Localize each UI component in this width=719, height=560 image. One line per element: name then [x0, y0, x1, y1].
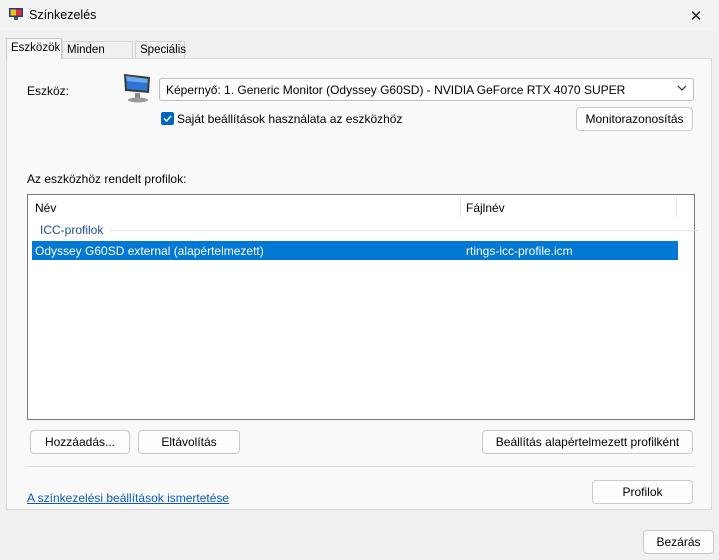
- add-button[interactable]: Hozzáadás...: [30, 430, 130, 454]
- device-label: Eszköz:: [27, 84, 70, 98]
- title-bar: Színkezelés ✕: [0, 0, 719, 31]
- monitor-icon: [124, 74, 150, 103]
- group-header-icc: ICC-profilok: [40, 223, 104, 237]
- close-icon: ✕: [689, 7, 703, 25]
- window-title: Színkezelés: [29, 8, 97, 22]
- remove-button[interactable]: Eltávolítás: [138, 430, 240, 454]
- button-label: Monitorazonosítás: [585, 112, 684, 126]
- group-divider: [110, 230, 698, 231]
- use-own-settings-checkbox[interactable]: [161, 112, 174, 125]
- row-filename: rtings-icc-profile.icm: [466, 244, 573, 258]
- use-own-settings-label[interactable]: Saját beállítások használata az eszközhö…: [177, 112, 402, 126]
- button-label: Eltávolítás: [161, 435, 217, 449]
- column-header-filename[interactable]: Fájlnév: [466, 201, 505, 215]
- button-label: Beállítás alapértelmezett profilként: [495, 435, 680, 449]
- device-select-value: Képernyő: 1. Generic Monitor (Odyssey G6…: [166, 83, 626, 97]
- row-name: Odyssey G60SD external (alapértelmezett): [35, 244, 264, 258]
- tab-devices[interactable]: Eszközök: [6, 38, 62, 59]
- profiles-list[interactable]: Név Fájlnév ICC-profilok Odyssey G60SD e…: [27, 194, 698, 420]
- button-label: Bezárás: [656, 535, 701, 549]
- close-window-button[interactable]: ✕: [673, 0, 719, 31]
- chevron-down-icon: [677, 85, 687, 91]
- identify-monitors-button[interactable]: Monitorazonosítás: [576, 107, 693, 131]
- column-separator[interactable]: [460, 197, 461, 217]
- profiles-section-label: Az eszközhöz rendelt profilok:: [27, 172, 187, 186]
- checkmark-icon: [163, 115, 172, 123]
- tab-all-profiles[interactable]: Minden profil: [62, 41, 133, 72]
- tab-label: Speciális: [140, 44, 187, 56]
- color-management-icon: [9, 8, 23, 20]
- column-separator[interactable]: [676, 197, 677, 217]
- tab-label: Eszközök: [11, 42, 61, 54]
- table-row[interactable]: Odyssey G60SD external (alapértelmezett)…: [32, 241, 678, 260]
- profiles-button[interactable]: Profilok: [592, 480, 693, 504]
- section-divider: [27, 466, 695, 467]
- tab-advanced[interactable]: Speciális: [135, 41, 187, 58]
- button-label: Profilok: [622, 485, 663, 499]
- button-label: Hozzáadás...: [44, 435, 116, 449]
- column-header-name[interactable]: Név: [35, 201, 56, 215]
- device-select[interactable]: Képernyő: 1. Generic Monitor (Odyssey G6…: [159, 78, 694, 101]
- color-settings-help-link[interactable]: A színkezelési beállítások ismertetése: [27, 491, 229, 505]
- set-default-profile-button[interactable]: Beállítás alapértelmezett profilként: [482, 430, 693, 454]
- close-button[interactable]: Bezárás: [643, 530, 714, 554]
